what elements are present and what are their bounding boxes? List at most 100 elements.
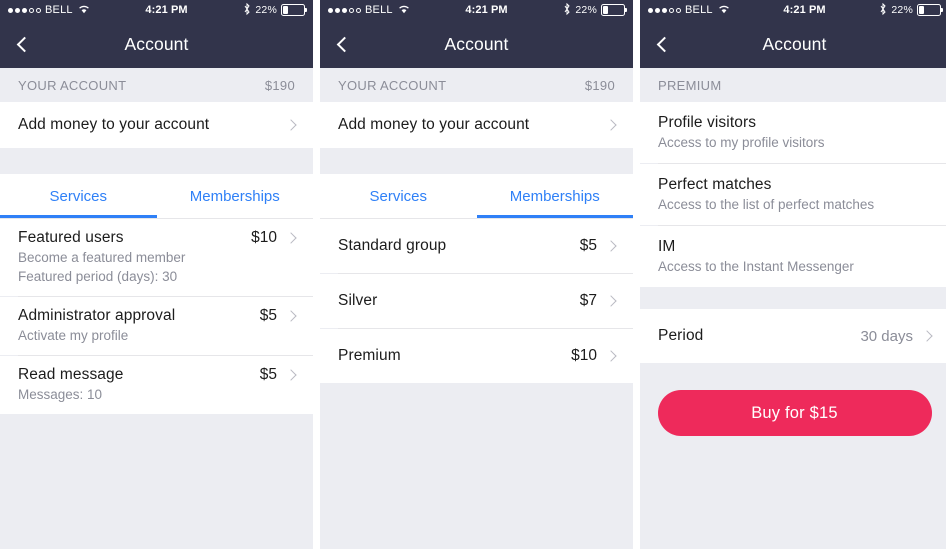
list-item-subtitle-1: Become a featured member [18,250,186,265]
panel3-content: PREMIUM Profile visitors Access to my pr… [640,68,946,549]
list-item-price: $5 [579,237,597,254]
signal-strength-icon [8,7,41,13]
status-bar-right: 22% [563,2,627,18]
battery-icon [917,4,943,16]
list-item-title: Silver [338,292,378,309]
list-item-title: Standard group [338,237,447,254]
panel-gap [313,0,320,549]
chevron-right-icon [285,369,297,381]
chevron-right-icon [605,350,617,362]
wifi-icon [398,4,410,17]
list-item-title: Premium [338,347,401,364]
tab-bar: Services Memberships [0,174,313,218]
list-item-trailing: $5 [260,307,297,325]
list-item-subtitle-2: Featured period (days): 30 [18,269,178,284]
tab-services-label: Services [49,187,108,205]
tab-memberships-label: Memberships [509,187,600,205]
tab-services[interactable]: Services [320,174,477,218]
battery-icon [281,4,307,16]
period-label: Period [658,327,704,344]
back-button[interactable] [640,20,686,68]
feature-item: Perfect matches Access to the list of pe… [640,164,946,225]
tab-memberships[interactable]: Memberships [476,174,633,218]
list-item-header: Featured users $10 [18,229,297,247]
phone-screen-premium: BELL 4:21 PM 22% Account PREMIUM Profile… [640,0,946,549]
section-header-label: YOUR ACCOUNT [18,77,127,93]
feature-title: Profile visitors [658,114,757,131]
nav-bar: Account [0,20,313,68]
page-title: Account [124,33,189,54]
account-balance: $190 [584,77,615,93]
list-item-price: $5 [259,366,277,383]
list-item[interactable]: Administrator approval $5 Activate my pr… [0,297,313,355]
buy-button[interactable]: Buy for $15 [657,390,932,436]
chevron-right-icon [605,119,617,131]
clock: 4:21 PM [145,4,188,16]
section-header-label: PREMIUM [658,77,722,93]
list-item[interactable]: Premium $10 [320,329,633,383]
screenshot-root: BELL 4:21 PM 22% Account YOUR ACCOUNT $1… [0,0,946,549]
feature-title: Perfect matches [658,176,772,193]
list-item-header: Read message $5 [18,366,297,384]
chevron-right-icon [285,232,297,244]
period-trailing: 30 days [860,327,933,345]
list-item-title: Featured users [18,229,124,246]
period-row[interactable]: Period 30 days [640,309,946,363]
back-button[interactable] [0,20,46,68]
add-money-label: Add money to your account [338,116,530,133]
buy-button-area: Buy for $15 [640,363,946,549]
bottom-filler [0,414,313,549]
list-item-trailing: $7 [579,292,617,310]
feature-title: IM [658,238,676,255]
tab-memberships[interactable]: Memberships [157,174,314,218]
clock: 4:21 PM [783,4,826,16]
bluetooth-icon [243,2,251,18]
chevron-right-icon [921,330,933,342]
battery-percent-label: 22% [575,4,597,16]
chevron-right-icon [605,295,617,307]
add-money-row[interactable]: Add money to your account [320,102,633,148]
section-header-your-account: YOUR ACCOUNT $190 [320,68,633,102]
list-item-trailing: $5 [259,366,297,384]
list-item-price: $10 [571,347,597,364]
list-item-price: $10 [251,229,277,246]
battery-percent-label: 22% [255,4,277,16]
list-item-header: Administrator approval $5 [18,307,297,325]
tab-services[interactable]: Services [0,174,157,218]
bluetooth-icon [563,2,571,18]
feature-item: Profile visitors Access to my profile vi… [640,102,946,163]
list-item-subtitle-1: Activate my profile [18,328,129,343]
page-title: Account [444,33,509,54]
back-button[interactable] [320,20,366,68]
panel1-content: YOUR ACCOUNT $190 Add money to your acco… [0,68,313,549]
panel2-content: YOUR ACCOUNT $190 Add money to your acco… [320,68,633,549]
list-item[interactable]: Standard group $5 [320,219,633,273]
status-bar-left: BELL [648,4,730,17]
list-item-title: Administrator approval [18,307,176,324]
chevron-right-icon [605,240,617,252]
tab-active-underline [0,215,157,218]
signal-strength-icon [328,7,361,13]
phone-screen-memberships: BELL 4:21 PM 22% Account YOUR ACCOUNT $1… [320,0,633,549]
section-header-premium: PREMIUM [640,68,946,102]
list-item-trailing: $10 [251,229,297,247]
section-header-your-account: YOUR ACCOUNT $190 [0,68,313,102]
status-bar: BELL 4:21 PM 22% [640,0,946,20]
status-bar: BELL 4:21 PM 22% [0,0,313,20]
status-bar: BELL 4:21 PM 22% [320,0,633,20]
account-balance: $190 [264,77,295,93]
carrier-label: BELL [365,4,393,16]
list-item[interactable]: Featured users $10 Become a featured mem… [0,219,313,296]
list-item-price: $7 [579,292,597,309]
status-bar-right: 22% [879,2,943,18]
status-bar-left: BELL [328,4,410,17]
bluetooth-icon [879,2,887,18]
list-item[interactable]: Read message $5 Messages: 10 [0,356,313,414]
add-money-row[interactable]: Add money to your account [0,102,313,148]
tab-memberships-label: Memberships [189,187,280,205]
list-item-trailing: $10 [571,347,617,365]
list-item[interactable]: Silver $7 [320,274,633,328]
battery-percent-label: 22% [891,4,913,16]
feature-subtitle: Access to my profile visitors [658,135,825,150]
period-value: 30 days [860,327,913,345]
